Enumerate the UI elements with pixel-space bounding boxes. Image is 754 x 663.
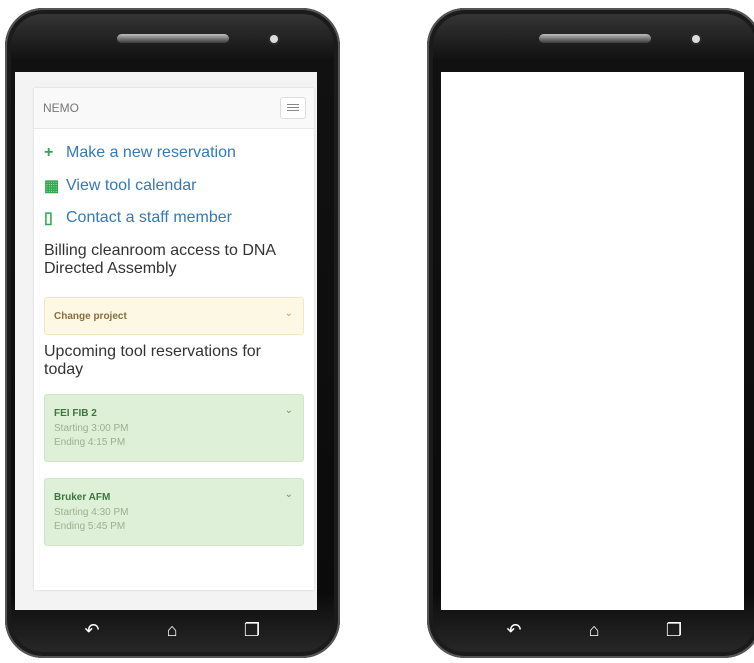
speaker-grille <box>538 34 651 43</box>
hamburger-line <box>287 107 299 108</box>
phone-icon: ▯ <box>44 210 53 227</box>
reservation-start-time: Starting 3:00 PM <box>54 423 129 434</box>
reservation-end-time: Ending 4:15 PM <box>54 437 126 448</box>
make-reservation-link[interactable]: + Make a new reservation <box>44 144 236 162</box>
recent-apps-icon[interactable]: ❐ <box>237 615 267 645</box>
make-reservation-label: Make a new reservation <box>66 144 236 161</box>
recent-apps-icon[interactable]: ❐ <box>659 615 689 645</box>
back-icon[interactable]: ↶ <box>499 615 529 645</box>
phone-left: NEMO + Make a new reservation ▦ View too… <box>5 8 340 658</box>
app-container: NEMO + Make a new reservation ▦ View too… <box>34 88 314 590</box>
reservation-tool-name: FEI FIB 2 <box>54 408 97 419</box>
brand-logo[interactable]: NEMO <box>43 101 79 115</box>
contact-staff-label: Contact a staff member <box>66 209 232 226</box>
plus-icon: + <box>44 144 54 161</box>
reservation-card[interactable]: FEI FIB 2 Starting 3:00 PM Ending 4:15 P… <box>44 394 304 462</box>
chevron-down-icon[interactable]: ⌄ <box>285 489 293 500</box>
chevron-down-icon: ⌄ <box>284 308 293 319</box>
back-icon[interactable]: ↶ <box>77 615 107 645</box>
front-camera <box>270 35 278 43</box>
upcoming-heading: Upcoming tool reservations for today <box>44 343 261 378</box>
phone-screen-blank <box>441 72 744 610</box>
reservation-tool-name: Bruker AFM <box>54 492 111 503</box>
view-tool-calendar-label: View tool calendar <box>66 177 197 194</box>
chevron-down-icon[interactable]: ⌄ <box>285 405 293 416</box>
calendar-icon: ▦ <box>44 178 60 195</box>
home-icon[interactable]: ⌂ <box>579 615 609 645</box>
home-icon[interactable]: ⌂ <box>157 615 187 645</box>
front-camera <box>692 35 700 43</box>
change-project-label: Change project <box>54 311 127 322</box>
change-project-panel[interactable]: Change project ⌄ <box>44 297 304 335</box>
hamburger-line <box>287 110 299 111</box>
hamburger-line <box>287 104 299 105</box>
speaker-grille <box>116 34 229 43</box>
view-tool-calendar-link[interactable]: ▦ View tool calendar <box>44 176 196 196</box>
reservation-start-time: Starting 4:30 PM <box>54 507 129 518</box>
phone-right: ↶ ⌂ ❐ <box>427 8 754 658</box>
phone-screen: NEMO + Make a new reservation ▦ View too… <box>15 72 317 610</box>
hamburger-menu-button[interactable] <box>280 97 306 119</box>
reservation-card[interactable]: Bruker AFM Starting 4:30 PM Ending 5:45 … <box>44 478 304 546</box>
billing-heading: Billing cleanroom access to DNA Directed… <box>44 242 276 277</box>
top-navbar: NEMO <box>34 88 314 129</box>
contact-staff-link[interactable]: ▯ Contact a staff member <box>44 208 232 228</box>
reservation-end-time: Ending 5:45 PM <box>54 521 126 532</box>
